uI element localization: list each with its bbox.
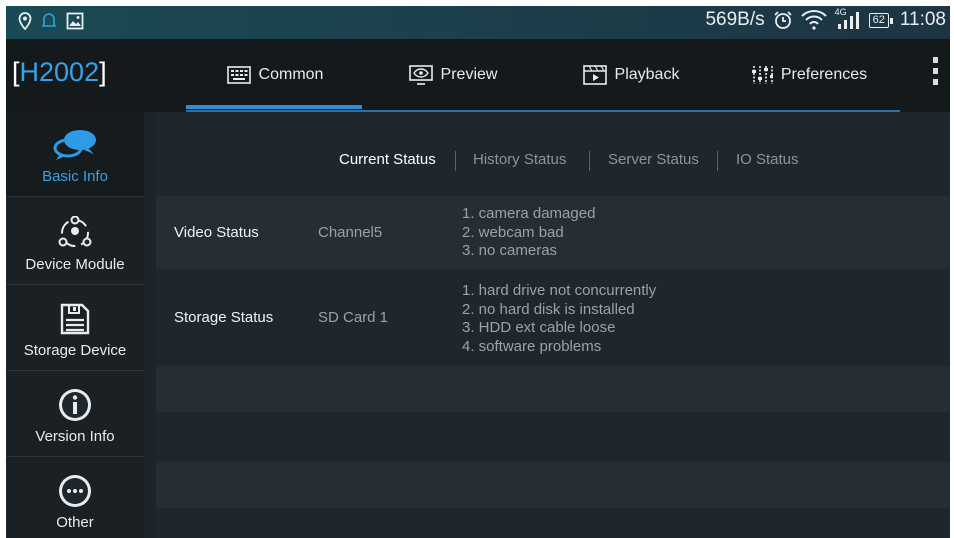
subtab-separator xyxy=(717,151,718,171)
sidebar-item-label: Basic Info xyxy=(42,168,108,185)
table-row-storage-status: Storage Status SD Card 1 1. hard drive n… xyxy=(156,269,950,366)
table-row-video-status: Video Status Channel5 1. camera damaged … xyxy=(156,196,950,269)
status-right: 569B/s 4G 62 11:08 xyxy=(705,7,946,31)
detail-item: 3. no cameras xyxy=(462,242,558,259)
sidebar-item-device-module[interactable]: Device Module xyxy=(6,200,144,285)
sidebar-item-label: Device Module xyxy=(25,256,125,273)
row-value: SD Card 1 xyxy=(318,309,389,326)
table-row-empty xyxy=(156,462,950,508)
film-play-icon xyxy=(582,64,607,85)
table-row-empty xyxy=(156,412,950,462)
subtab-current-status[interactable]: Current Status xyxy=(339,142,436,178)
row-value: Channel5 xyxy=(318,224,383,241)
tab-playback[interactable]: Playback xyxy=(542,39,720,110)
gallery-icon xyxy=(66,12,84,30)
signal-icon: 4G xyxy=(835,7,861,31)
subtab-separator xyxy=(455,151,456,171)
sidebar-item-storage-device[interactable]: Storage Device xyxy=(6,286,144,371)
sidebar-item-version-info[interactable]: Version Info xyxy=(6,372,144,457)
main-tabs: Common Preview Playback Preferences xyxy=(186,39,900,112)
tab-label: Preview xyxy=(440,65,498,83)
row-label: Storage Status xyxy=(174,309,274,326)
status-left-icons xyxy=(18,12,84,30)
detail-item: 2. webcam bad xyxy=(462,223,564,241)
table-row-empty xyxy=(156,366,950,412)
module-icon xyxy=(56,216,94,250)
device-logo: [H2002] xyxy=(12,57,107,88)
sliders-icon xyxy=(751,65,773,85)
location-icon xyxy=(18,12,32,30)
floppy-disk-icon xyxy=(59,302,91,336)
table-row-empty xyxy=(156,508,950,538)
tab-preferences[interactable]: Preferences xyxy=(720,39,898,110)
subtab-separator xyxy=(589,151,590,171)
row-label: Video Status xyxy=(174,224,259,241)
network-speed: 569B/s xyxy=(705,9,765,30)
app-screen: 569B/s 4G 62 11:08 [H2002] Common Previe… xyxy=(6,6,950,538)
keyboard-icon xyxy=(226,65,251,84)
subtab-io-status[interactable]: IO Status xyxy=(736,142,799,178)
row-details: 1. camera damaged 2. webcam bad 3. no ca… xyxy=(462,205,595,261)
alarm-icon xyxy=(773,10,793,30)
tab-label: Playback xyxy=(614,65,680,83)
status-subtabs: Current Status History Status Server Sta… xyxy=(156,142,950,178)
sidebar-item-other[interactable]: Other xyxy=(6,458,144,538)
notification-icon xyxy=(42,12,56,30)
clock: 11:08 xyxy=(899,9,946,30)
subtab-history-status[interactable]: History Status xyxy=(473,142,566,178)
sidebar-item-label: Version Info xyxy=(35,428,115,445)
chat-bubble-icon xyxy=(52,128,98,162)
tab-label: Common xyxy=(258,65,324,83)
logo-bracket-open: [ xyxy=(12,57,20,87)
main-content: Current Status History Status Server Sta… xyxy=(156,112,950,538)
sidebar-divider xyxy=(144,112,156,538)
wifi-icon xyxy=(800,10,827,30)
device-name: H2002 xyxy=(19,57,100,87)
info-icon xyxy=(57,388,93,422)
status-bar: 569B/s 4G 62 11:08 xyxy=(6,6,950,39)
battery-icon: 62 xyxy=(868,12,894,28)
sidebar-item-label: Storage Device xyxy=(23,342,127,359)
subtab-server-status[interactable]: Server Status xyxy=(608,142,699,178)
tab-common[interactable]: Common xyxy=(186,39,364,110)
detail-item: 2. no hard disk is installed xyxy=(462,300,635,318)
detail-item: 4. software problems xyxy=(462,337,602,355)
sidebar: Basic Info Device Module Storage Device … xyxy=(6,112,144,538)
monitor-eye-icon xyxy=(408,64,433,85)
detail-item: 1. camera damaged xyxy=(462,205,596,222)
more-dots-icon xyxy=(57,474,93,508)
more-vertical-icon[interactable] xyxy=(930,57,940,93)
logo-bracket-close: ] xyxy=(99,57,107,87)
row-details: 1. hard drive not concurrently 2. no har… xyxy=(462,282,656,356)
tab-label: Preferences xyxy=(780,65,868,83)
detail-item: 1. hard drive not concurrently xyxy=(462,282,657,299)
sidebar-item-basic-info[interactable]: Basic Info xyxy=(6,112,144,197)
app-header: [H2002] Common Preview Playback Preferen… xyxy=(6,39,950,112)
tab-preview[interactable]: Preview xyxy=(364,39,542,110)
detail-item: 3. HDD ext cable loose xyxy=(462,319,616,336)
sidebar-item-label: Other xyxy=(56,514,94,531)
active-tab-indicator xyxy=(186,105,362,109)
